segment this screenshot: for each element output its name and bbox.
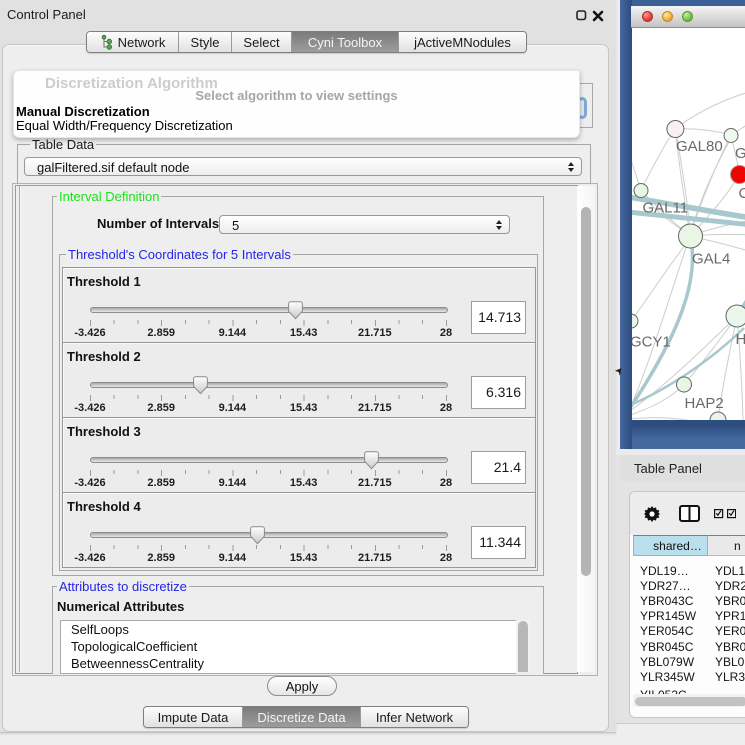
svg-text:HAP2: HAP2 xyxy=(685,395,724,412)
svg-text:GAL4: GAL4 xyxy=(692,251,730,268)
svg-text:GAL80: GAL80 xyxy=(676,138,723,155)
svg-text:C: C xyxy=(739,185,745,202)
svg-text:GCY1: GCY1 xyxy=(632,334,671,351)
svg-text:GAL11: GAL11 xyxy=(643,200,689,217)
svg-text:H: H xyxy=(736,331,745,348)
svg-text:GA: GA xyxy=(735,145,745,162)
